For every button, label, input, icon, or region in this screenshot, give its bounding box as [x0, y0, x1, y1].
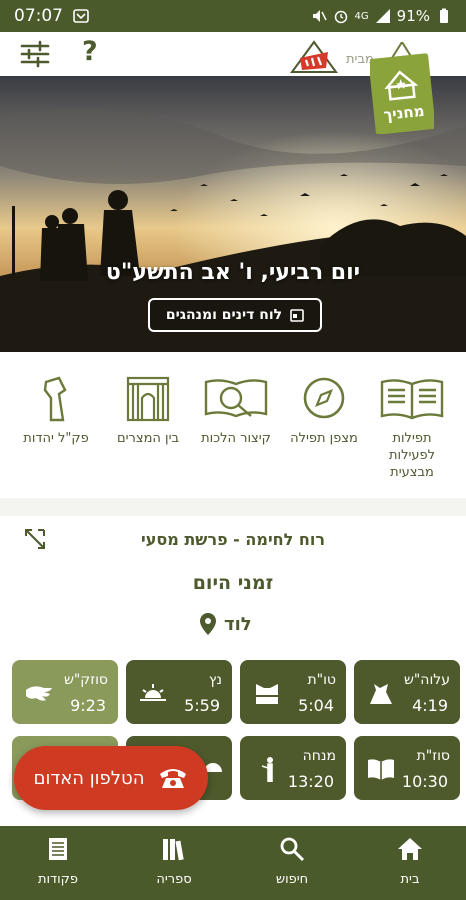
category-prayer-compass[interactable]: מצפן תפילה	[284, 374, 364, 447]
zman-time: 10:30	[401, 772, 448, 791]
zmanim-title: זמני היום	[192, 572, 274, 594]
network-type: 4G	[354, 10, 369, 22]
app-logo: מחניך	[370, 42, 434, 134]
battery-percent: 91%	[396, 7, 430, 25]
zman-tile-alot[interactable]: עלוה"ש 4:19	[354, 660, 460, 724]
zman-tile-netz[interactable]: נץ 5:59	[126, 660, 232, 724]
zman-name: סוז"ת	[416, 748, 450, 764]
battery-icon	[440, 8, 448, 23]
notification-icon	[73, 9, 89, 23]
bottom-navigation: בית חיפוש ספריה פקודות	[0, 826, 466, 900]
categories-bar: תפילות לפעילות מבצעית מצפן תפילה קיצור ה…	[0, 352, 466, 498]
zman-name: נץ	[208, 672, 222, 688]
zman-time: 5:59	[184, 696, 220, 715]
tallit-icon	[256, 684, 278, 704]
torah-portion[interactable]: רוח לחימה - פרשת מסעי	[0, 530, 466, 549]
category-label: בין המצרים	[116, 431, 179, 446]
compass-icon	[303, 377, 345, 419]
category-operational-prayers[interactable]: תפילות לפעילות מבצעית	[372, 374, 452, 481]
hebrew-date: יום רביעי, ו' אב התשע"ט	[105, 260, 361, 285]
zman-name: מנחה	[302, 748, 336, 764]
category-three-weeks[interactable]: בין המצרים	[108, 374, 188, 447]
category-label: תפילות לפעילות מבצעית	[388, 431, 436, 480]
search-icon	[280, 837, 305, 862]
nav-orders[interactable]: פקודות	[18, 836, 98, 887]
category-halacha-summary[interactable]: קיצור הלכות	[196, 374, 276, 447]
settings-sliders-icon[interactable]	[20, 40, 50, 68]
calendar-icon	[290, 309, 304, 322]
mute-icon	[312, 10, 327, 22]
nav-search[interactable]: חיפוש	[252, 836, 332, 887]
zman-time: 5:04	[298, 696, 334, 715]
zman-tile-tallit[interactable]: טו"ת 5:04	[240, 660, 346, 724]
phone-icon	[160, 769, 187, 788]
zman-tile-shema[interactable]: סוזק"ש 9:23	[12, 660, 118, 724]
document-icon	[49, 838, 67, 860]
zman-name: סוזק"ש	[63, 672, 108, 688]
location-name: לוד	[224, 613, 252, 635]
zman-tile-sof-tefila[interactable]: סוז"ת 10:30	[354, 736, 460, 800]
book-icon	[368, 759, 394, 780]
sunrise-bird-icon	[370, 684, 392, 704]
hands-icon	[26, 686, 52, 701]
open-book-icon	[380, 379, 444, 420]
zman-name: עלוה"ש	[403, 672, 450, 688]
zman-name: טו"ת	[307, 672, 336, 688]
red-phone-label: הטלפון האדום	[33, 767, 145, 789]
alarm-icon	[334, 10, 347, 24]
category-label: פק"ל יהדות	[23, 431, 89, 446]
zman-time: 4:19	[412, 696, 448, 715]
temple-gate-icon	[126, 376, 170, 422]
status-right: 4G 91%	[311, 7, 452, 25]
home-icon	[398, 838, 422, 860]
category-label: קיצור הלכות	[201, 431, 271, 446]
signal-icon	[375, 9, 390, 23]
category-label: מצפן תפילה	[290, 431, 358, 446]
category-judaism-kit[interactable]: פק"ל יהדות	[16, 374, 96, 447]
nav-home[interactable]: בית	[370, 836, 450, 887]
status-bar: 07:07 4G 91%	[0, 0, 466, 32]
person-pray-icon	[261, 757, 273, 782]
laws-customs-button[interactable]: לוח דינים ומנהגים	[148, 298, 322, 332]
zman-tile-mincha[interactable]: מנחה 13:20	[240, 736, 346, 800]
location-pin-icon	[200, 613, 216, 635]
help-button[interactable]: ?	[82, 36, 98, 67]
location-selector[interactable]: לוד	[200, 613, 252, 635]
nav-library[interactable]: ספריה	[134, 836, 214, 887]
nav-label: בית	[400, 872, 420, 887]
zman-time: 9:23	[70, 696, 106, 715]
status-time: 07:07	[14, 6, 63, 26]
laws-customs-label: לוח דינים ומנהגים	[165, 307, 283, 323]
nav-label: חיפוש	[275, 872, 309, 887]
nav-label: פקודות	[37, 872, 79, 887]
nav-label: ספריה	[156, 872, 192, 887]
zman-time: 13:20	[287, 772, 334, 791]
tzahal-logo	[290, 40, 338, 73]
library-icon	[163, 839, 184, 861]
red-phone-button[interactable]: הטלפון האדום	[14, 746, 208, 810]
sunrise-icon	[140, 684, 166, 701]
book-search-icon	[204, 379, 268, 418]
torch-icon	[43, 376, 67, 422]
